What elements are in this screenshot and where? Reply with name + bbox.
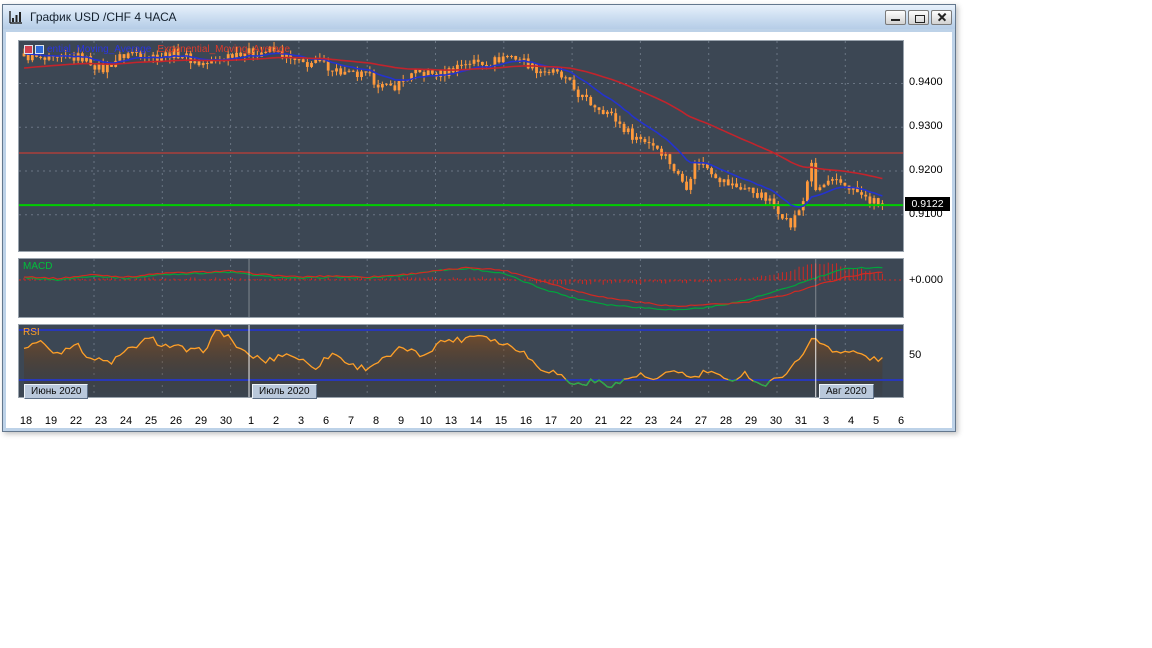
macd-label: MACD — [23, 261, 52, 272]
price-axis-label: 0.9300 — [909, 120, 943, 132]
macd-zero-label: +0.000 — [909, 274, 943, 286]
ma-slow-label: Exponential_Moving_Average — [157, 44, 290, 55]
date-label: 18 — [20, 415, 32, 427]
chart-window: График USD /CHF 4 ЧАСА ential_Moving_Ave… — [2, 4, 956, 432]
rsi-panel[interactable]: RSI — [18, 324, 904, 398]
current-price-badge: 0.9122 — [905, 197, 950, 211]
rsi-mid-label: 50 — [909, 349, 921, 361]
date-label: 8 — [373, 415, 379, 427]
date-label: 4 — [848, 415, 854, 427]
rsi-canvas[interactable] — [19, 325, 903, 397]
chart-client-area: ential_Moving_Average Exponential_Moving… — [6, 32, 952, 428]
date-label: 13 — [445, 415, 457, 427]
date-label: 22 — [620, 415, 632, 427]
date-label: 27 — [695, 415, 707, 427]
date-label: 3 — [823, 415, 829, 427]
date-label: 23 — [95, 415, 107, 427]
date-label: 23 — [645, 415, 657, 427]
window-controls — [883, 10, 952, 25]
date-label: 31 — [795, 415, 807, 427]
date-label: 16 — [520, 415, 532, 427]
restore-button[interactable] — [908, 10, 929, 25]
date-label: 25 — [145, 415, 157, 427]
date-label: 9 — [398, 415, 404, 427]
date-label: 6 — [323, 415, 329, 427]
price-chart-canvas[interactable] — [19, 41, 903, 251]
date-label: 30 — [220, 415, 232, 427]
date-label: 2 — [273, 415, 279, 427]
date-label: 17 — [545, 415, 557, 427]
date-label: 21 — [595, 415, 607, 427]
month-badge[interactable]: Авг 2020 — [819, 384, 874, 399]
titlebar[interactable]: График USD /CHF 4 ЧАСА — [3, 5, 955, 29]
date-label: 26 — [170, 415, 182, 427]
window-title: График USD /CHF 4 ЧАСА — [30, 10, 883, 24]
price-axis-label: 0.9200 — [909, 164, 943, 176]
date-label: 22 — [70, 415, 82, 427]
date-label: 6 — [898, 415, 904, 427]
date-label: 30 — [770, 415, 782, 427]
date-label: 5 — [873, 415, 879, 427]
date-label: 10 — [420, 415, 432, 427]
date-label: 24 — [670, 415, 682, 427]
date-label: 7 — [348, 415, 354, 427]
macd-canvas[interactable] — [19, 259, 903, 317]
legend-red-swatch[interactable] — [24, 45, 33, 54]
date-label: 29 — [745, 415, 757, 427]
macd-panel[interactable]: MACD — [18, 258, 904, 318]
date-label: 14 — [470, 415, 482, 427]
close-button[interactable] — [931, 10, 952, 25]
ma-fast-label: ential_Moving_Average — [47, 44, 151, 55]
minimize-button[interactable] — [885, 10, 906, 25]
date-label: 15 — [495, 415, 507, 427]
window-icon[interactable] — [8, 9, 24, 25]
price-axis-label: 0.9400 — [909, 76, 943, 88]
legend-blue-swatch[interactable] — [35, 45, 44, 54]
month-badge[interactable]: Июнь 2020 — [24, 384, 88, 399]
date-label: 19 — [45, 415, 57, 427]
rsi-label: RSI — [23, 327, 40, 338]
price-chart-panel[interactable]: ential_Moving_Average Exponential_Moving… — [18, 40, 904, 252]
date-label: 29 — [195, 415, 207, 427]
ma-legend: ential_Moving_Average Exponential_Moving… — [24, 44, 290, 55]
date-label: 20 — [570, 415, 582, 427]
date-label: 3 — [298, 415, 304, 427]
date-label: 24 — [120, 415, 132, 427]
month-badge[interactable]: Июль 2020 — [252, 384, 317, 399]
date-label: 1 — [248, 415, 254, 427]
date-label: 28 — [720, 415, 732, 427]
